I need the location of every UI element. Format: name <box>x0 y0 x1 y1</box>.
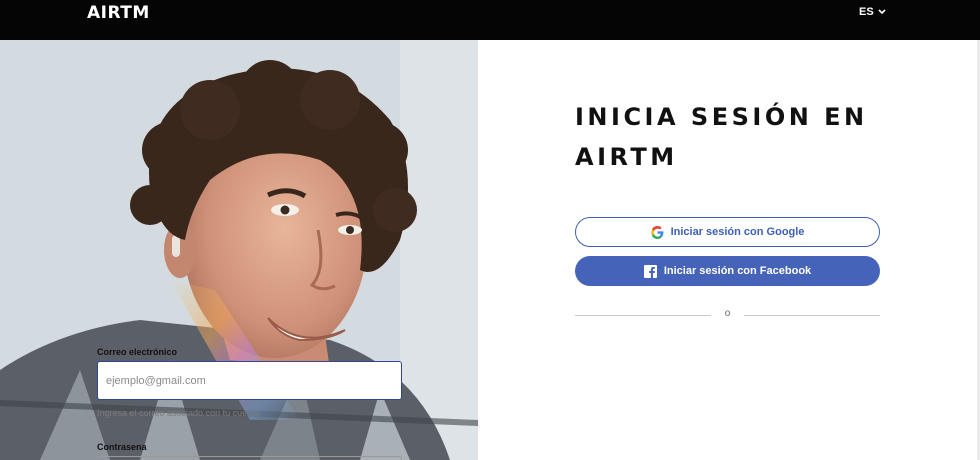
password-label: Contrasena <box>97 442 147 452</box>
airtm-logo[interactable]: AIRTM <box>87 4 150 22</box>
page-title: INICIA SESIÓN EN AIRTM <box>575 103 868 171</box>
email-label: Correo electrónico <box>97 347 178 357</box>
divider-text: o <box>724 308 731 319</box>
language-selector[interactable]: ES <box>859 6 886 18</box>
google-login-button[interactable]: Iniciar sesión con Google <box>575 217 880 247</box>
google-button-label: Iniciar sesión con Google <box>670 226 805 238</box>
email-hint: Ingresa el correo asociado con tu cuenta <box>97 408 260 418</box>
login-panel: INICIA SESIÓN EN AIRTM Iniciar sesión co… <box>478 40 980 460</box>
google-icon <box>650 225 664 239</box>
chevron-down-icon <box>878 9 886 15</box>
email-field[interactable] <box>97 361 402 400</box>
facebook-button-label: Iniciar sesión con Facebook <box>663 265 812 277</box>
divider-line-right <box>744 315 880 316</box>
or-divider: o <box>575 308 880 322</box>
password-field[interactable] <box>97 456 402 460</box>
language-code: ES <box>859 6 874 18</box>
top-navigation-bar: AIRTM ES <box>0 0 980 40</box>
facebook-icon <box>643 264 657 278</box>
facebook-login-button[interactable]: Iniciar sesión con Facebook <box>575 256 880 286</box>
